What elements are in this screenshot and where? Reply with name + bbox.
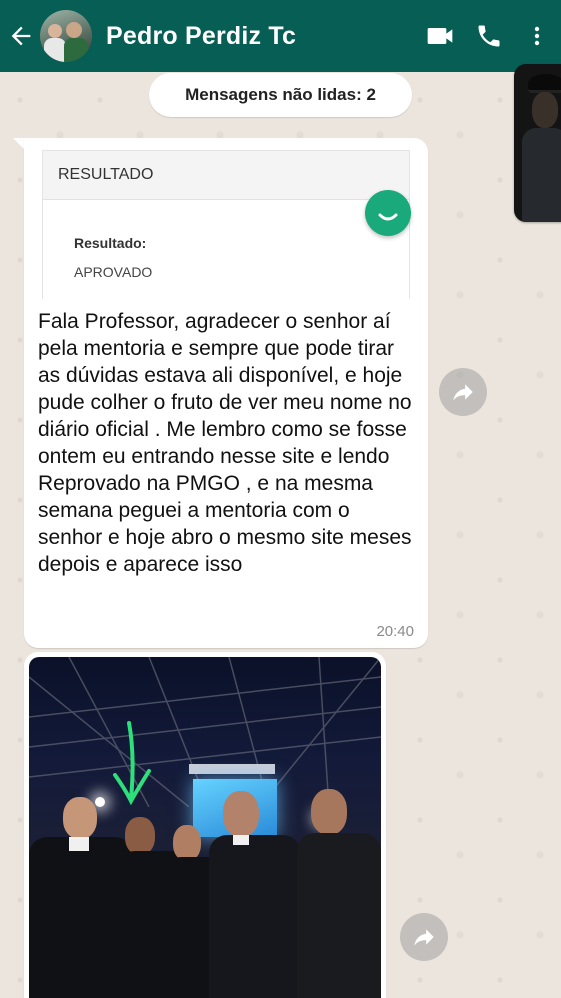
handdrawn-arrow-mark — [113, 721, 151, 806]
result-field-value: APROVADO — [74, 264, 153, 280]
contact-avatar[interactable] — [40, 10, 92, 62]
back-button[interactable] — [2, 0, 40, 72]
result-field-label: Resultado: — [74, 235, 147, 251]
video-call-button[interactable] — [417, 0, 465, 72]
result-screenshot: RESULTADO Resultado: APROVADO — [42, 150, 410, 299]
incoming-message-bubble[interactable]: RESULTADO Resultado: APROVADO Fala Profe… — [24, 138, 428, 648]
forward-button[interactable] — [439, 368, 487, 416]
chat-header: Pedro Perdiz Tc — [0, 0, 561, 72]
event-photo[interactable] — [29, 657, 381, 998]
chat-fab-icon — [365, 190, 411, 236]
forward-icon — [414, 929, 434, 946]
forward-icon — [453, 384, 473, 401]
message-text: Fala Professor, agradecer o senhor aí pe… — [38, 310, 412, 576]
contact-name[interactable]: Pedro Perdiz Tc — [106, 22, 417, 51]
stage-banner — [189, 764, 275, 774]
unread-messages-badge: Mensagens não lidas: 2 — [149, 73, 412, 117]
more-options-button[interactable] — [513, 0, 561, 72]
back-arrow-icon — [11, 26, 31, 46]
more-vert-icon — [534, 26, 540, 46]
message-timestamp: 20:40 — [376, 623, 414, 640]
result-header: RESULTADO — [43, 151, 409, 200]
image-message-bubble[interactable] — [24, 652, 386, 998]
forward-button[interactable] — [400, 913, 448, 961]
phone-icon — [478, 25, 500, 47]
video-call-icon — [427, 28, 453, 44]
media-thumbnail[interactable] — [514, 64, 561, 222]
voice-call-button[interactable] — [465, 0, 513, 72]
